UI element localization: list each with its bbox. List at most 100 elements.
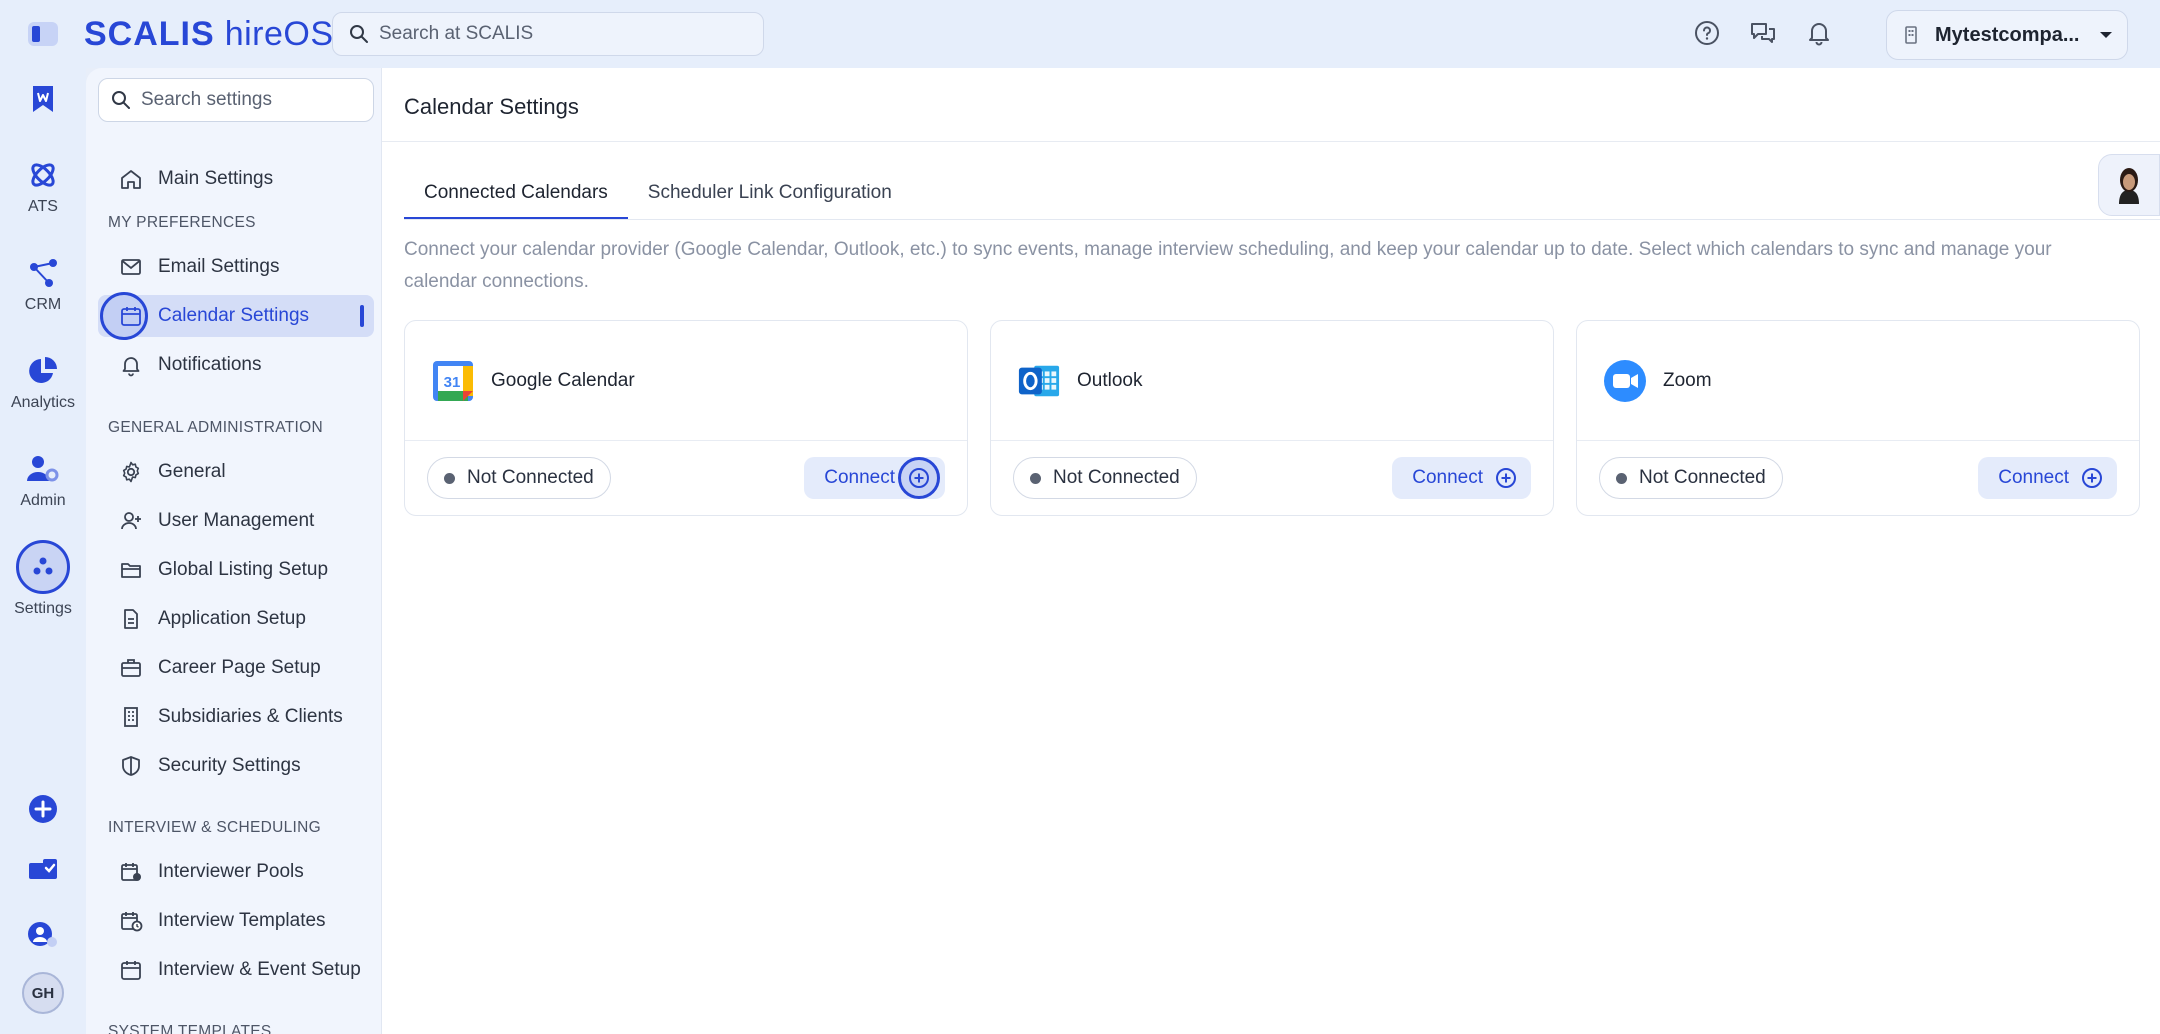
section-system-templates: SYSTEM TEMPLATES [108, 1023, 272, 1034]
assistant-avatar[interactable] [2098, 154, 2160, 216]
sidebar-item-interview-templates[interactable]: Interview Templates [98, 900, 374, 942]
bell-icon [118, 352, 144, 378]
section-my-preferences: MY PREFERENCES [108, 214, 256, 231]
rail-label-crm: CRM [24, 296, 62, 313]
home-icon [118, 166, 144, 192]
chevron-down-icon [2100, 32, 2112, 38]
sidebar-item-label: Calendar Settings [158, 305, 310, 326]
search-icon [112, 91, 130, 109]
user-switch-icon [26, 918, 60, 952]
sidebar-item-label: Career Page Setup [158, 657, 321, 678]
sidebar-item-main-settings[interactable]: Main Settings [98, 158, 374, 200]
page-title: Calendar Settings [404, 94, 579, 119]
rail-mail-button[interactable] [0, 854, 86, 888]
network-icon [26, 256, 60, 290]
building-icon [1905, 26, 1917, 44]
sidebar-item-label: Interviewer Pools [158, 861, 304, 882]
calendar-clock-icon [118, 908, 144, 934]
sidebar-item-user-management[interactable]: User Management [98, 500, 374, 542]
person-avatar-icon [2119, 168, 2139, 204]
folder-icon [118, 557, 144, 583]
main-content: Calendar Settings Connected Calendars Sc… [382, 68, 2160, 1034]
pie-chart-icon [26, 354, 60, 388]
sidebar-item-label: User Management [158, 510, 315, 531]
rail-item-ats[interactable]: ATS [0, 158, 86, 216]
rail-item-settings[interactable]: Settings [0, 540, 86, 618]
app-logo[interactable]: SCALIS hireOS [84, 14, 334, 54]
status-dot [1030, 472, 1041, 484]
card-title: Zoom [1663, 369, 1712, 391]
connect-google-button[interactable]: Connect [804, 457, 945, 499]
settings-search[interactable] [98, 78, 374, 122]
user-gear-icon [26, 452, 60, 486]
sidebar-toggle-icon[interactable] [28, 22, 58, 46]
avatar[interactable]: GH [22, 972, 64, 1014]
sidebar-item-notifications[interactable]: Notifications [98, 344, 374, 386]
sidebar-item-subsidiaries[interactable]: Subsidiaries & Clients [98, 696, 374, 738]
status-badge: Not Connected [427, 457, 611, 499]
global-search-input[interactable] [379, 23, 739, 45]
sidebar-item-career-page[interactable]: Career Page Setup [98, 647, 374, 689]
company-name: Mytestcompa... [1935, 23, 2080, 46]
google-calendar-icon: 31 [431, 359, 475, 403]
status-badge: Not Connected [1599, 457, 1783, 499]
svg-text:31: 31 [444, 374, 461, 391]
rail-item-crm[interactable]: CRM [0, 256, 86, 314]
rail-label-settings: Settings [14, 600, 72, 617]
sidebar-item-general[interactable]: General [98, 451, 374, 493]
sidebar-item-email-settings[interactable]: Email Settings [98, 246, 374, 288]
rail-item-admin[interactable]: Admin [0, 452, 86, 510]
calendar-icon [118, 303, 144, 329]
plus-circle-icon [1496, 468, 1516, 488]
building-icon [118, 704, 144, 730]
calendar-card-outlook: Outlook Not Connected Connect [990, 320, 1554, 516]
chat-icon[interactable] [1748, 18, 1778, 48]
sidebar-item-label: Interview & Event Setup [158, 959, 361, 980]
plus-circle-icon [909, 468, 929, 488]
rail-item-analytics[interactable]: Analytics [0, 354, 86, 412]
status-text: Not Connected [1053, 467, 1180, 488]
global-search[interactable] [332, 12, 764, 56]
shield-icon [118, 753, 144, 779]
card-title: Outlook [1077, 369, 1143, 391]
rail-label-analytics: Analytics [10, 394, 76, 411]
sidebar-item-global-listing[interactable]: Global Listing Setup [98, 549, 374, 591]
calendar-user-icon [118, 859, 144, 885]
tab-connected-calendars[interactable]: Connected Calendars [404, 166, 628, 220]
app-rail: ATS CRM Analytics Admin Settings GH [0, 68, 86, 1034]
sidebar-item-event-setup[interactable]: Interview & Event Setup [98, 949, 374, 991]
button-label: Connect [1998, 467, 2069, 488]
sidebar-item-label: Email Settings [158, 256, 280, 277]
product-name: hireOS [224, 14, 334, 53]
rail-add-button[interactable] [0, 792, 86, 826]
company-switcher[interactable]: Mytestcompa... [1886, 10, 2128, 60]
sidebar-item-label: Notifications [158, 354, 262, 375]
sidebar-item-interviewer-pools[interactable]: Interviewer Pools [98, 851, 374, 893]
sidebar-item-label: Interview Templates [158, 910, 326, 931]
settings-search-input[interactable] [141, 89, 361, 111]
sidebar-item-calendar-settings[interactable]: Calendar Settings [98, 292, 374, 340]
rail-label-ats: ATS [28, 198, 58, 215]
rail-label-admin: Admin [20, 492, 66, 509]
help-icon[interactable] [1692, 18, 1722, 48]
active-indicator [360, 305, 364, 327]
status-dot [1616, 472, 1627, 484]
gear-icon [118, 459, 144, 485]
connect-zoom-button[interactable]: Connect [1978, 457, 2117, 499]
mail-check-icon [26, 854, 60, 888]
sidebar-item-application-setup[interactable]: Application Setup [98, 598, 374, 640]
tab-scheduler-link-configuration[interactable]: Scheduler Link Configuration [628, 166, 912, 220]
zoom-icon [1603, 359, 1647, 403]
section-interview-scheduling: INTERVIEW & SCHEDULING [108, 819, 322, 836]
sidebar-item-label: Subsidiaries & Clients [158, 706, 343, 727]
bookmark-icon [26, 82, 60, 116]
calendar-card-zoom: Zoom Not Connected Connect [1576, 320, 2140, 516]
bell-icon[interactable] [1804, 18, 1834, 48]
document-icon [118, 606, 144, 632]
connect-outlook-button[interactable]: Connect [1392, 457, 1531, 499]
plus-circle-icon [2082, 468, 2102, 488]
outlook-icon [1017, 359, 1061, 403]
rail-item-jobs[interactable] [0, 82, 86, 116]
sidebar-item-security[interactable]: Security Settings [98, 745, 374, 787]
rail-user-switch-button[interactable] [0, 918, 86, 952]
